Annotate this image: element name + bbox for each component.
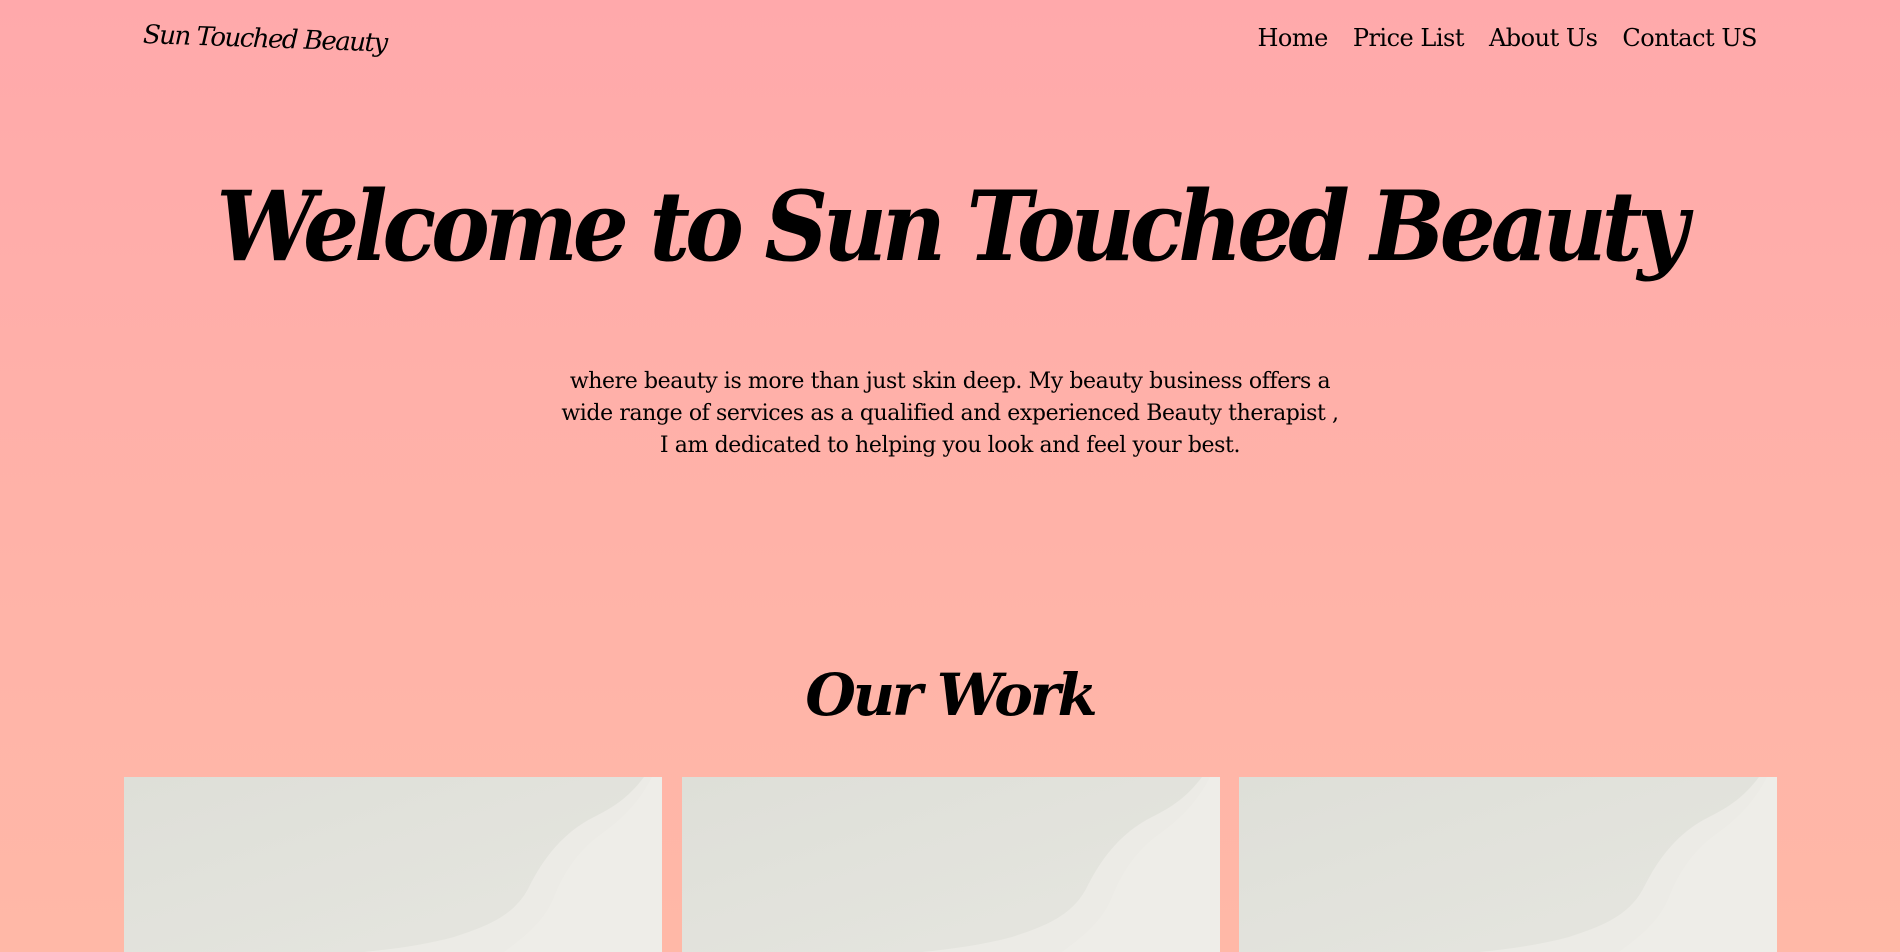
brand-logo[interactable]: Sun Touched Beauty [142, 20, 387, 58]
work-card[interactable] [682, 777, 1220, 952]
hero-description: where beauty is more than just skin deep… [0, 366, 1900, 462]
work-photo [124, 777, 662, 952]
work-gallery [124, 777, 1777, 952]
work-photo [682, 777, 1220, 952]
navbar: Sun Touched Beauty Home Price List About… [0, 0, 1900, 84]
nav-links: Home Price List About Us Contact US [1257, 24, 1757, 52]
hero-description-line: where beauty is more than just skin deep… [569, 369, 1331, 394]
nav-link-price-list[interactable]: Price List [1353, 24, 1465, 52]
nav-link-home[interactable]: Home [1257, 24, 1328, 52]
hero-title: Welcome to Sun Touched Beauty [216, 168, 1688, 284]
nav-link-contact-us[interactable]: Contact US [1622, 24, 1757, 52]
hero-description-line: I am dedicated to helping you look and f… [659, 433, 1241, 458]
nav-link-about-us[interactable]: About Us [1489, 24, 1598, 52]
work-card[interactable] [124, 777, 662, 952]
work-photo [1239, 777, 1777, 952]
hero-description-line: wide range of services as a qualified an… [561, 401, 1339, 426]
our-work-title: Our Work [805, 661, 1097, 729]
work-card[interactable] [1239, 777, 1777, 952]
